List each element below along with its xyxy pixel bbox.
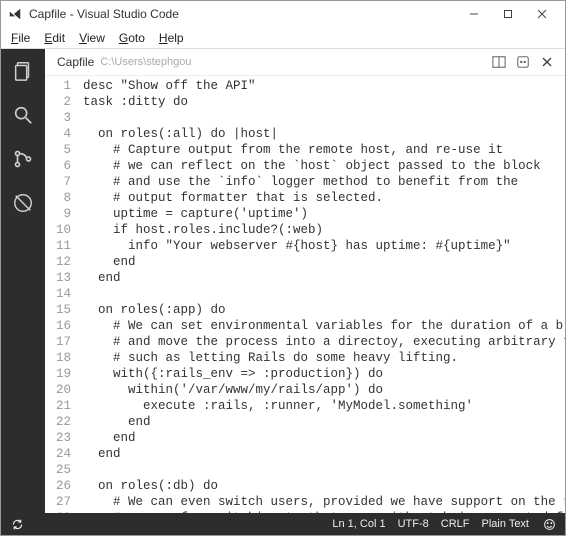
- line-number: 27: [45, 494, 71, 510]
- close-tab-icon[interactable]: [537, 52, 557, 72]
- line-number: 11: [45, 238, 71, 254]
- close-button[interactable]: [525, 2, 559, 26]
- line-number: 6: [45, 158, 71, 174]
- line-number: 10: [45, 222, 71, 238]
- language-mode[interactable]: Plain Text: [482, 518, 530, 530]
- explorer-icon[interactable]: [9, 57, 37, 85]
- code-line[interactable]: if host.roles.include?(:web): [83, 222, 565, 238]
- source-control-icon[interactable]: [9, 145, 37, 173]
- code-line[interactable]: [83, 462, 565, 478]
- vscode-logo-icon: [7, 6, 23, 22]
- line-number: 18: [45, 350, 71, 366]
- tab-filepath: C:\Users\stephgou: [100, 56, 191, 68]
- line-number: 12: [45, 254, 71, 270]
- more-actions-icon[interactable]: [513, 52, 533, 72]
- encoding-indicator[interactable]: UTF-8: [398, 518, 429, 530]
- line-number: 26: [45, 478, 71, 494]
- code-line[interactable]: [83, 286, 565, 302]
- menu-file[interactable]: File: [5, 29, 36, 47]
- tab-filename[interactable]: Capfile: [57, 55, 94, 69]
- sync-icon[interactable]: [9, 516, 25, 532]
- menu-view[interactable]: View: [73, 29, 111, 47]
- code-line[interactable]: execute :rails, :runner, 'MyModel.someth…: [83, 398, 565, 414]
- editor-tabbar: Capfile C:\Users\stephgou: [45, 49, 565, 75]
- line-number: 9: [45, 206, 71, 222]
- code-line[interactable]: # We can set environmental variables for…: [83, 318, 565, 334]
- window-body: Capfile C:\Users\stephgou 12345678910111…: [1, 49, 565, 513]
- code-line[interactable]: end: [83, 446, 565, 462]
- line-number: 20: [45, 382, 71, 398]
- code-content[interactable]: desc "Show off the API"task :ditty do on…: [79, 76, 565, 513]
- line-number: 21: [45, 398, 71, 414]
- app-window: Capfile - Visual Studio Code FileEditVie…: [0, 0, 566, 536]
- code-line[interactable]: end: [83, 270, 565, 286]
- activity-bar: [1, 49, 45, 513]
- code-line[interactable]: [83, 110, 565, 126]
- code-line[interactable]: uptime = capture('uptime'): [83, 206, 565, 222]
- code-line[interactable]: # we can reflect on the `host` object pa…: [83, 158, 565, 174]
- split-editor-icon[interactable]: [489, 52, 509, 72]
- code-line[interactable]: on roles(:all) do |host|: [83, 126, 565, 142]
- line-number: 16: [45, 318, 71, 334]
- status-bar: Ln 1, Col 1 UTF-8 CRLF Plain Text: [1, 513, 565, 535]
- window-title: Capfile - Visual Studio Code: [29, 7, 457, 21]
- cursor-position[interactable]: Ln 1, Col 1: [332, 518, 385, 530]
- line-number: 8: [45, 190, 71, 206]
- menu-edit[interactable]: Edit: [38, 29, 71, 47]
- code-line[interactable]: # Capture output from the remote host, a…: [83, 142, 565, 158]
- line-number: 22: [45, 414, 71, 430]
- line-number: 17: [45, 334, 71, 350]
- menu-help[interactable]: Help: [153, 29, 190, 47]
- line-number: 25: [45, 462, 71, 478]
- feedback-smiley-icon[interactable]: [541, 516, 557, 532]
- code-line[interactable]: within('/var/www/my/rails/app') do: [83, 382, 565, 398]
- maximize-button[interactable]: [491, 2, 525, 26]
- code-line[interactable]: # and move the process into a directoy, …: [83, 334, 565, 350]
- line-number: 3: [45, 110, 71, 126]
- code-line[interactable]: end: [83, 254, 565, 270]
- code-line[interactable]: desc "Show off the API": [83, 78, 565, 94]
- editor-area: Capfile C:\Users\stephgou 12345678910111…: [45, 49, 565, 513]
- line-number: 4: [45, 126, 71, 142]
- titlebar: Capfile - Visual Studio Code: [1, 1, 565, 27]
- window-controls: [457, 2, 559, 26]
- minimize-button[interactable]: [457, 2, 491, 26]
- code-line[interactable]: # and use the `info` logger method to be…: [83, 174, 565, 190]
- line-number: 5: [45, 142, 71, 158]
- line-number-gutter: 1234567891011121314151617181920212223242…: [45, 76, 79, 513]
- menu-goto[interactable]: Goto: [113, 29, 151, 47]
- code-line[interactable]: end: [83, 430, 565, 446]
- debug-icon[interactable]: [9, 189, 37, 217]
- code-line[interactable]: on roles(:db) do: [83, 478, 565, 494]
- line-number: 24: [45, 446, 71, 462]
- line-number: 19: [45, 366, 71, 382]
- code-line[interactable]: # We can even switch users, provided we …: [83, 494, 565, 510]
- line-number: 23: [45, 430, 71, 446]
- code-line[interactable]: # output formatter that is selected.: [83, 190, 565, 206]
- line-number: 7: [45, 174, 71, 190]
- line-number: 13: [45, 270, 71, 286]
- search-icon[interactable]: [9, 101, 37, 129]
- line-number: 15: [45, 302, 71, 318]
- line-number: 2: [45, 94, 71, 110]
- code-line[interactable]: end: [83, 414, 565, 430]
- code-line[interactable]: on roles(:app) do: [83, 302, 565, 318]
- line-number: 1: [45, 78, 71, 94]
- eol-indicator[interactable]: CRLF: [441, 518, 470, 530]
- code-line[interactable]: task :ditty do: [83, 94, 565, 110]
- code-editor[interactable]: 1234567891011121314151617181920212223242…: [45, 75, 565, 513]
- code-line[interactable]: # such as letting Rails do some heavy li…: [83, 350, 565, 366]
- code-line[interactable]: with({:rails_env => :production}) do: [83, 366, 565, 382]
- code-line[interactable]: info "Your webserver #{host} has uptime:…: [83, 238, 565, 254]
- menubar: FileEditViewGotoHelp: [1, 27, 565, 49]
- line-number: 14: [45, 286, 71, 302]
